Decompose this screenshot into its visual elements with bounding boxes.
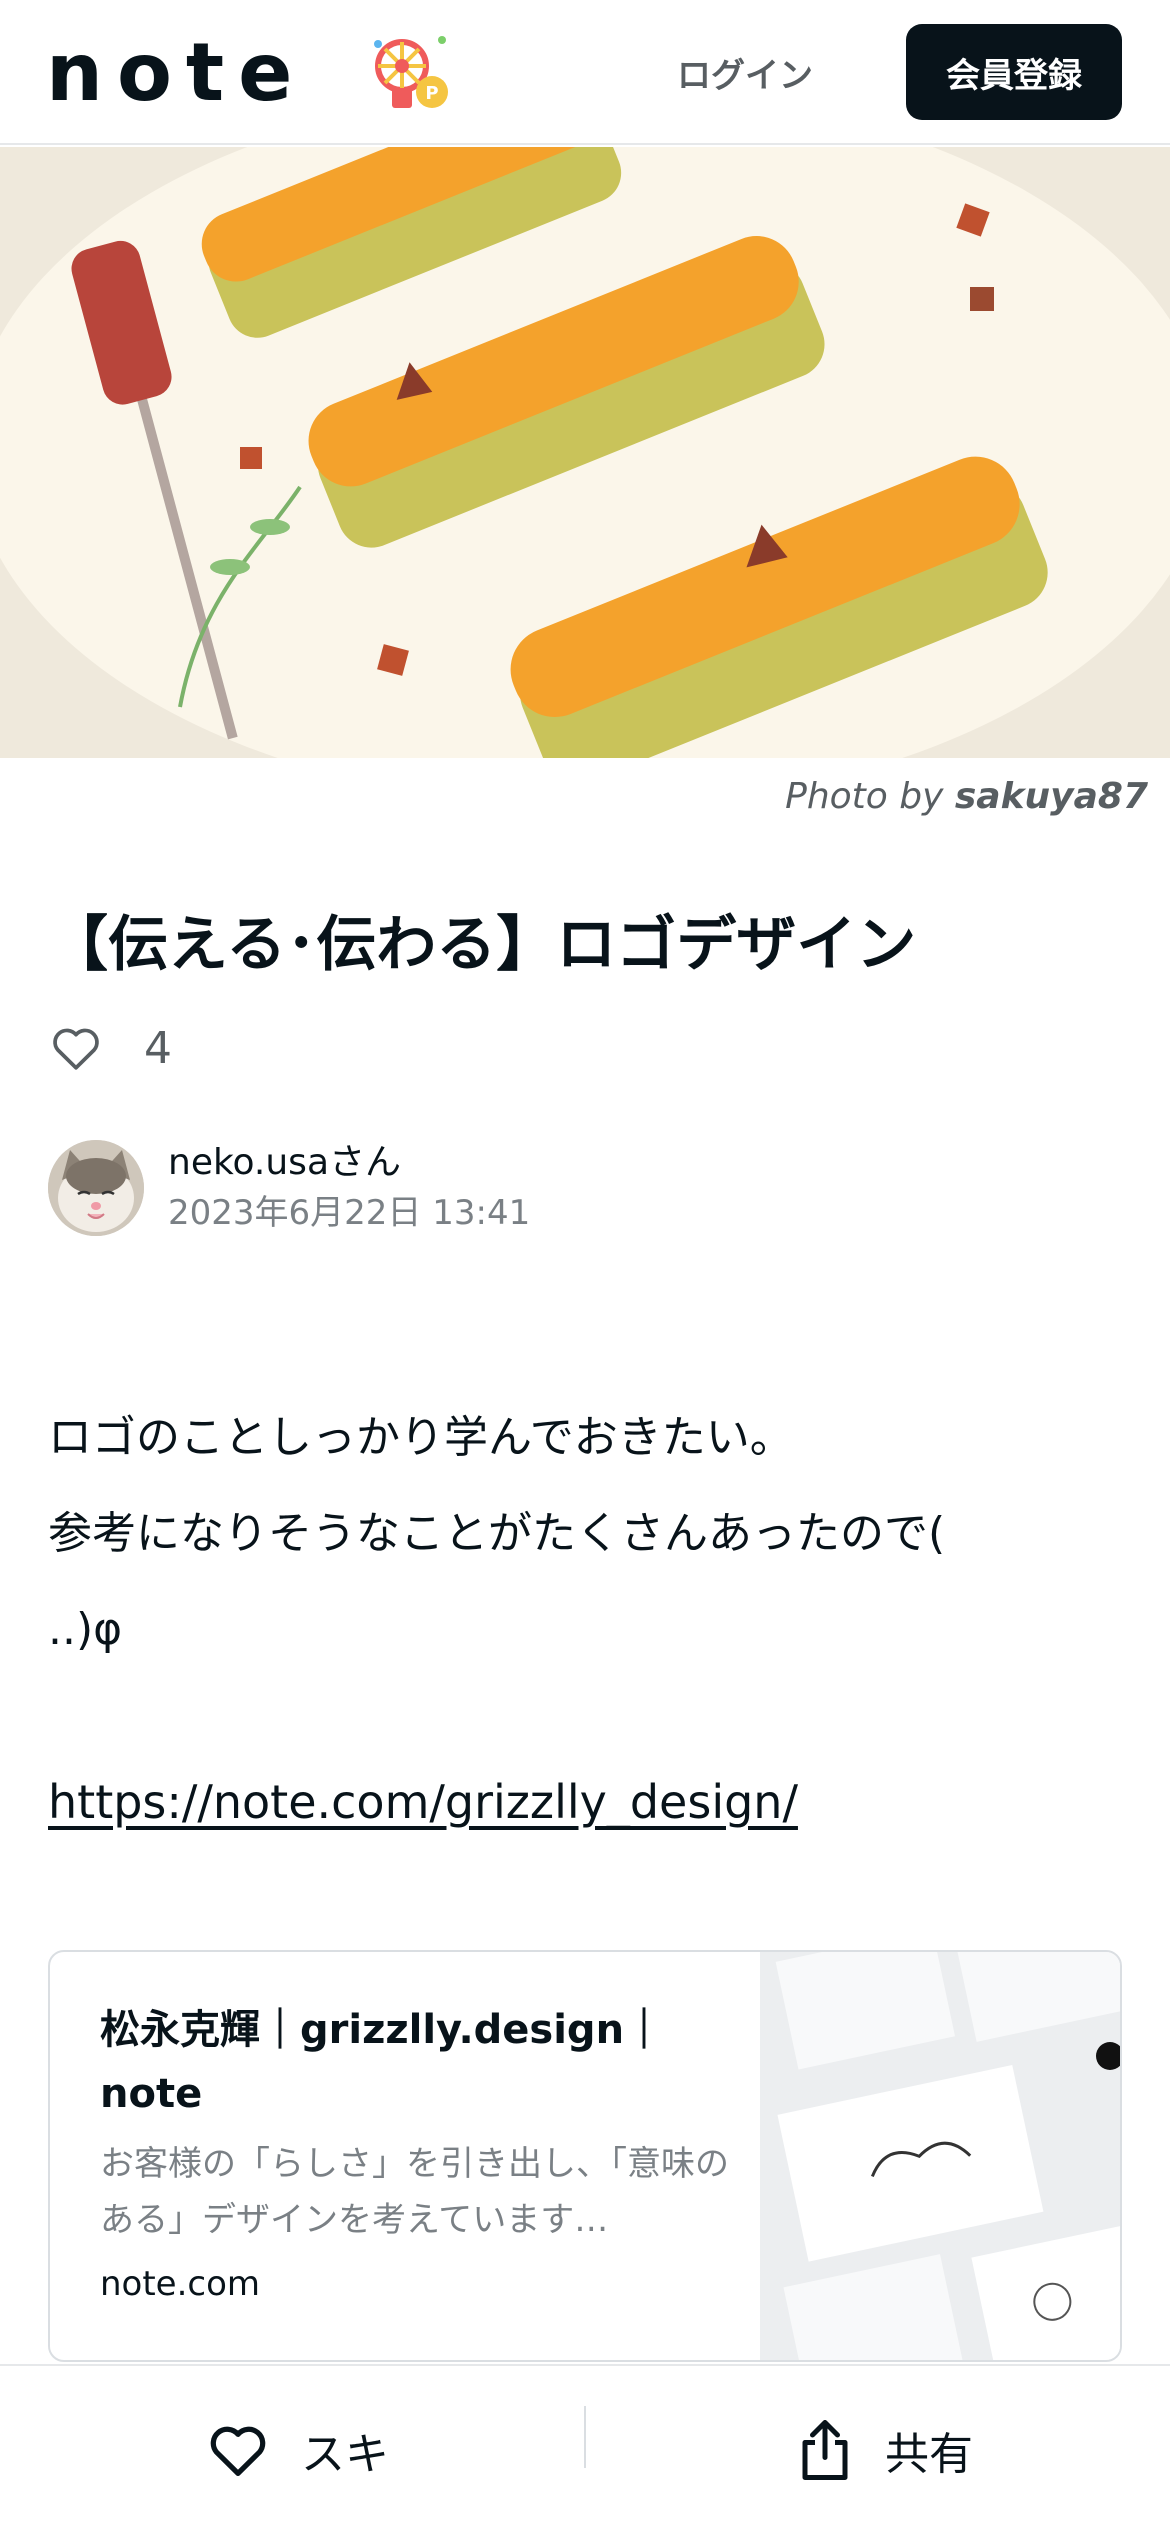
- embed-description: お客様の「らしさ」を引き出し、「意味のある」デザインを考えています…: [100, 2144, 729, 2240]
- author-name[interactable]: neko.usaさん: [168, 1138, 530, 1188]
- signup-button[interactable]: 会員登録: [906, 24, 1122, 120]
- photo-credit: Photo by sakuya87: [785, 776, 1148, 817]
- login-link[interactable]: ログイン: [655, 42, 835, 102]
- photo-credit-author[interactable]: sakuya87: [955, 776, 1148, 817]
- body-line: ..)φ: [48, 1604, 123, 1655]
- logo-text: note: [46, 26, 307, 119]
- header: note P ログイン 会員登録: [0, 0, 1170, 145]
- body-line: 参考になりそうなことがたくさんあったので(: [48, 1508, 946, 1559]
- embed-domain: note.com: [100, 2264, 261, 2304]
- like-count[interactable]: 4: [144, 1023, 172, 1074]
- heart-icon[interactable]: [48, 1020, 104, 1076]
- svg-text:P: P: [425, 83, 438, 104]
- hero-image: [0, 147, 1170, 758]
- embed-title: 松永克輝｜grizzlly.design｜note: [100, 2007, 665, 2117]
- author-meta: neko.usaさん 2023年6月22日 13:41: [168, 1138, 530, 1238]
- embed-thumbnail: [760, 1952, 1120, 2360]
- author-block: neko.usaさん 2023年6月22日 13:41: [48, 1138, 530, 1238]
- article-link[interactable]: https://note.com/grizzlly_design/: [48, 1775, 798, 1829]
- bar-divider: [584, 2406, 586, 2468]
- photo-credit-prefix: Photo by: [785, 776, 955, 817]
- share-button[interactable]: 共有: [795, 2366, 973, 2532]
- article-title: 【伝える･伝わる】ロゴデザイン: [48, 910, 917, 980]
- event-badge-icon: P: [374, 36, 448, 108]
- embed-text: 松永克輝｜grizzlly.design｜note お客様の「らしさ」を引き出し…: [100, 1998, 740, 2304]
- share-icon: [802, 2420, 848, 2480]
- body-line: ロゴのことしっかり学んでおきたい。: [48, 1412, 794, 1463]
- avatar[interactable]: [48, 1140, 144, 1236]
- note-logo[interactable]: note P: [46, 26, 448, 119]
- article-body: ロゴのことしっかり学んでおきたい。 参考になりそうなことがたくさんあったので( …: [48, 1390, 1128, 1678]
- like-row: 4: [48, 1018, 172, 1078]
- bottom-action-bar: スキ 共有: [0, 2364, 1170, 2532]
- like-button-label: スキ: [301, 2429, 389, 2480]
- publish-date: 2023年6月22日 13:41: [168, 1193, 531, 1233]
- like-button[interactable]: スキ: [205, 2366, 389, 2532]
- link-embed-card[interactable]: 松永克輝｜grizzlly.design｜note お客様の「らしさ」を引き出し…: [48, 1950, 1122, 2362]
- share-button-label: 共有: [885, 2429, 973, 2480]
- heart-icon: [210, 2426, 266, 2476]
